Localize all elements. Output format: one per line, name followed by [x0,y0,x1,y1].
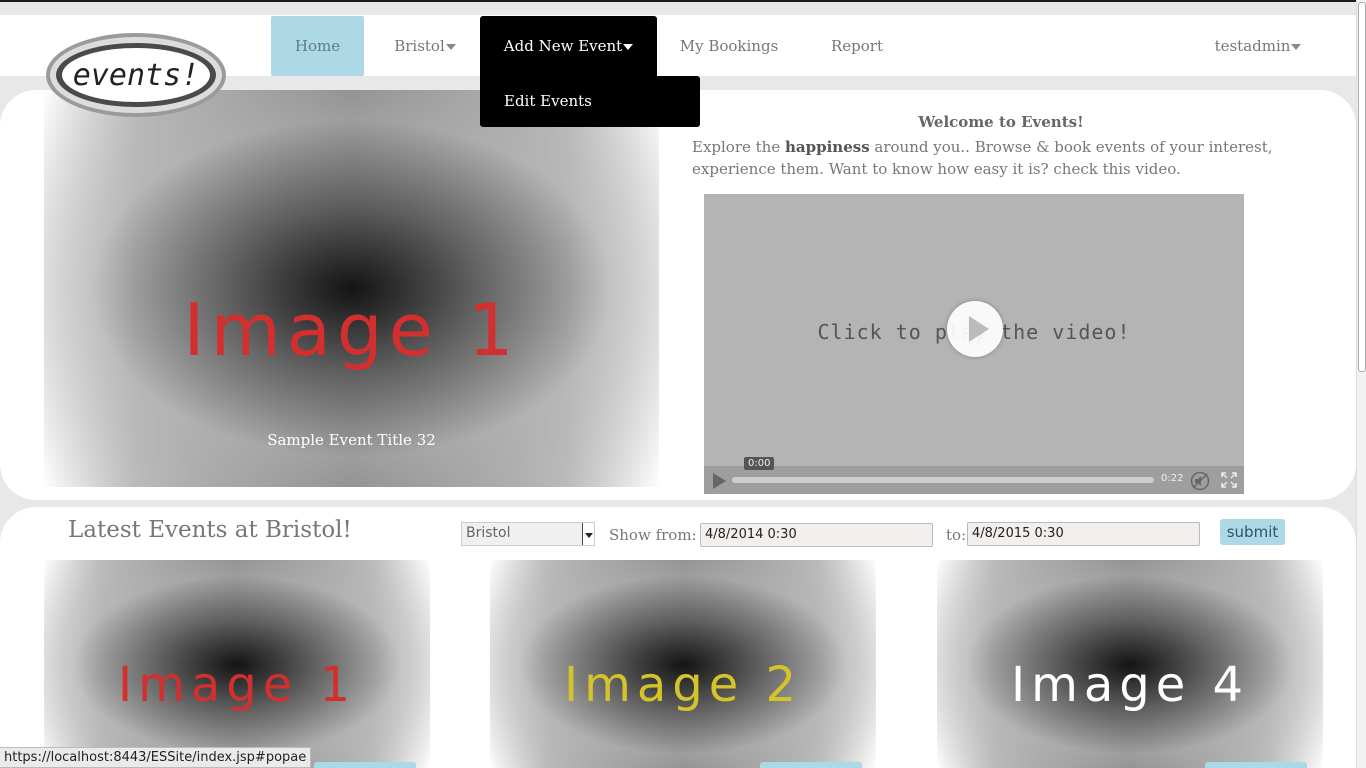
hero-slideshow[interactable]: Image 1 Sample Event Title 32 [44,90,659,487]
fullscreen-icon[interactable] [1221,472,1237,488]
from-date-input[interactable]: 4/8/2014 0:30 [700,523,933,547]
chevron-down-icon [623,44,634,50]
status-bar-url: https://localhost:8443/ESSite/index.jsp#… [0,747,312,768]
window-top-border [0,0,1366,2]
thumbnail-button[interactable] [1205,762,1307,768]
video-controls: 0:00 0:22 [704,457,1244,494]
thumbnail-button[interactable] [760,762,862,768]
dropdown-edit-events[interactable]: Edit Events [480,76,700,127]
vertical-scrollbar[interactable] [1356,0,1366,768]
welcome-text-bold: happiness [785,138,870,156]
current-time: 0:00 [744,457,775,470]
video-duration: 0:22 [1161,473,1184,484]
welcome-title: Welcome to Events! [918,113,1084,131]
chevron-down-icon [582,523,594,545]
thumbnail-text: Image 1 [117,657,357,713]
play-icon[interactable] [947,301,1003,357]
nav-user-menu[interactable]: testadmin [1200,16,1316,76]
nav-report[interactable]: Report [815,16,899,76]
nav-home-label: Home [294,37,341,55]
nav-add-new-event-label: Add New Event [503,37,623,55]
nav-add-new-event[interactable]: Add New Event [480,16,657,76]
nav-my-bookings[interactable]: My Bookings [668,16,790,76]
video-progress-bar[interactable]: 0:00 [732,457,1154,483]
submit-button[interactable]: submit [1220,519,1285,545]
thumbnail-text: Image 4 [1010,657,1250,713]
city-select[interactable]: Bristol [461,522,595,546]
dropdown-edit-events-label: Edit Events [504,92,592,110]
to-label: to: [946,526,967,544]
events-logo[interactable]: events! [44,30,228,124]
welcome-text-pre: Explore the [692,138,785,156]
nav-city-label: Bristol [394,37,445,55]
chevron-down-icon [1291,44,1302,50]
nav-city[interactable]: Bristol [380,16,470,76]
event-thumbnail[interactable]: Image 2 [490,560,876,768]
welcome-text: Explore the happiness around you.. Brows… [692,136,1292,180]
show-from-label: Show from: [609,526,697,544]
control-play-icon[interactable] [713,473,726,489]
logo-text: events! [73,58,199,93]
city-select-value: Bristol [466,525,511,541]
chevron-down-icon [445,44,456,50]
event-thumbnail[interactable]: Image 4 [937,560,1323,768]
video-player[interactable]: Click to play the video! 0:00 0:22 [704,194,1244,494]
slide-caption[interactable]: Sample Event Title 32 [44,431,659,449]
to-date-input[interactable]: 4/8/2015 0:30 [967,522,1200,546]
mute-icon[interactable] [1190,471,1210,491]
scrollbar-thumb[interactable] [1358,2,1366,372]
nav-home[interactable]: Home [271,16,364,76]
event-thumbnail[interactable]: Image 1 [44,560,430,768]
thumbnail-button[interactable] [314,762,416,768]
latest-events-title: Latest Events at Bristol! [68,517,352,543]
thumbnail-text: Image 2 [563,657,803,713]
nav-user-label: testadmin [1214,37,1291,55]
nav-my-bookings-label: My Bookings [679,37,779,55]
nav-report-label: Report [830,37,883,55]
slide-image-text: Image 1 [183,288,520,372]
